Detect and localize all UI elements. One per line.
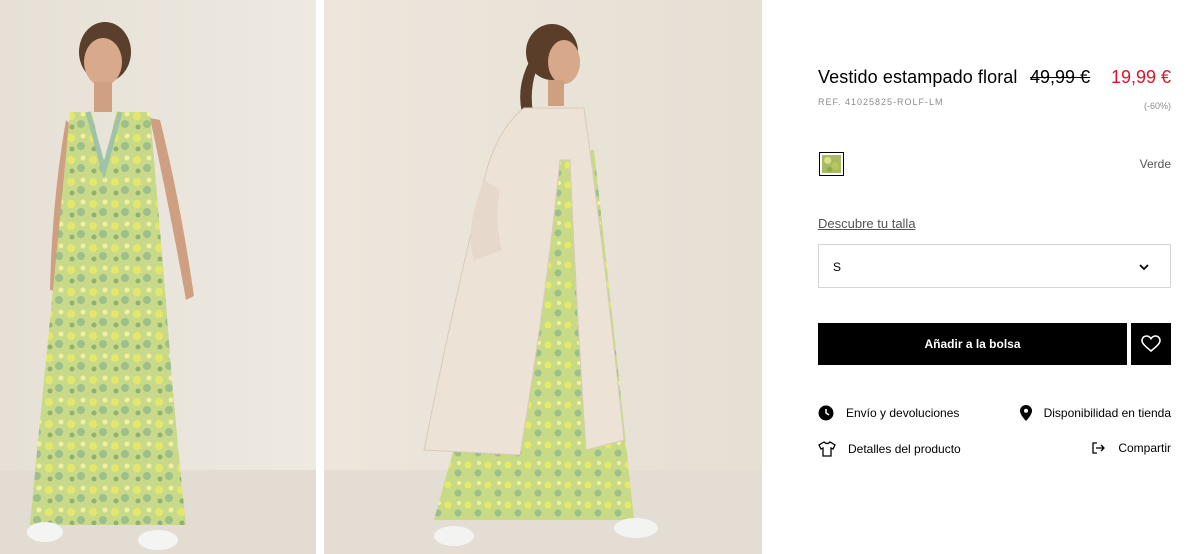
product-details-link[interactable]: Detalles del producto bbox=[818, 441, 961, 457]
clock-icon bbox=[818, 405, 834, 421]
discount-badge: (-60%) bbox=[1143, 101, 1171, 111]
original-price: 49,99 € bbox=[1030, 67, 1091, 87]
selected-color-name: Verde bbox=[1139, 157, 1171, 171]
product-info-panel: Vestido estampado floral 49,99 € 19,99 €… bbox=[818, 0, 1171, 554]
product-page: Vestido estampado floral 49,99 € 19,99 €… bbox=[0, 0, 1192, 554]
chevron-down-icon bbox=[1139, 264, 1149, 271]
wishlist-button[interactable] bbox=[1131, 323, 1171, 365]
shirt-icon bbox=[818, 441, 836, 457]
color-swatch-verde[interactable] bbox=[819, 152, 844, 176]
store-label: Disponibilidad en tienda bbox=[1043, 406, 1171, 420]
details-label: Detalles del producto bbox=[848, 442, 961, 456]
size-guide-link[interactable]: Descubre tu talla bbox=[818, 216, 916, 231]
shipping-label: Envío y devoluciones bbox=[846, 406, 960, 420]
share-link[interactable]: Compartir bbox=[1092, 441, 1171, 455]
green-floral-swatch-image bbox=[822, 155, 841, 173]
product-photo-side[interactable] bbox=[324, 0, 762, 554]
heart-icon bbox=[1141, 335, 1161, 353]
location-pin-icon bbox=[1019, 405, 1032, 421]
size-selected-value: S bbox=[833, 260, 842, 274]
sale-price: 19,99 € bbox=[1110, 67, 1171, 87]
share-arrow-icon bbox=[1092, 442, 1106, 454]
product-title: Vestido estampado floral bbox=[818, 67, 1018, 87]
add-to-bag-button[interactable]: Añadir a la bolsa bbox=[818, 323, 1127, 365]
product-photo-front[interactable] bbox=[0, 0, 316, 554]
share-label: Compartir bbox=[1118, 441, 1171, 455]
product-reference: REF. 41025825-ROLF-LM bbox=[818, 97, 944, 107]
store-availability-link[interactable]: Disponibilidad en tienda bbox=[1019, 405, 1171, 421]
size-dropdown[interactable]: S bbox=[818, 244, 1171, 288]
shipping-returns-link[interactable]: Envío y devoluciones bbox=[818, 405, 959, 421]
